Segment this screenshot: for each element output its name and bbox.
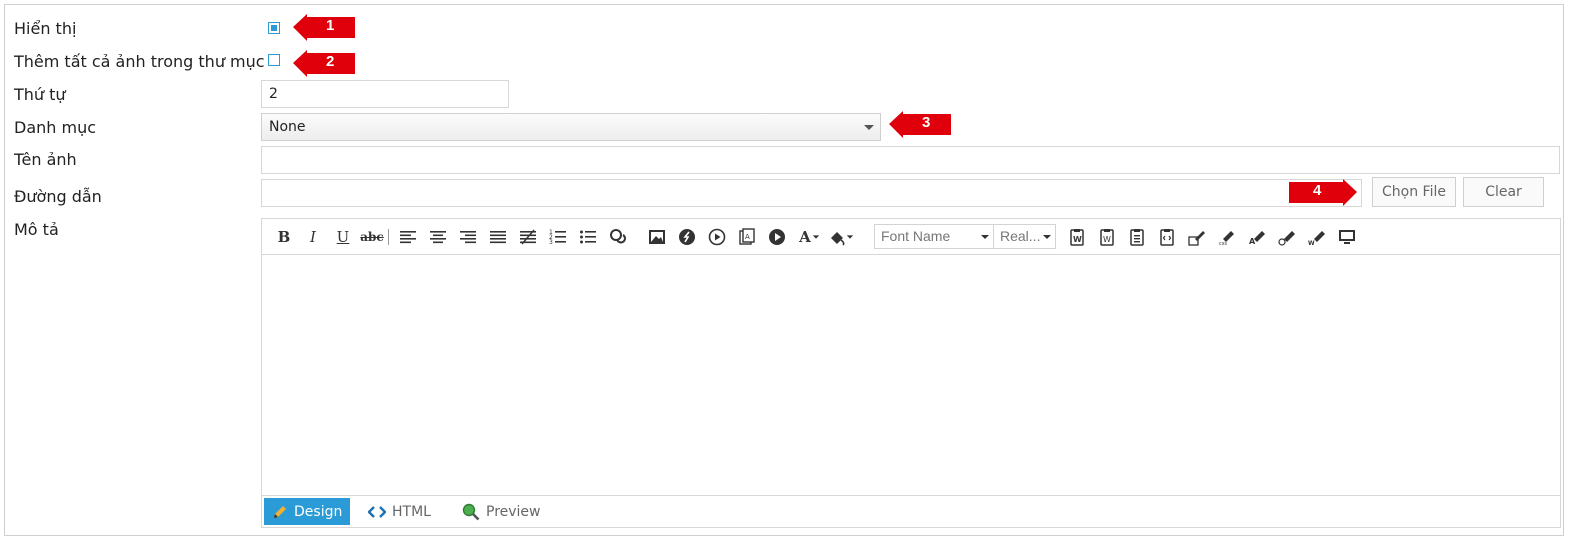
svg-text:W: W: [1308, 240, 1315, 246]
rich-text-editor: B I U abc 123 A A Font Name Real... W W …: [261, 218, 1561, 528]
highlight-dropdown-icon[interactable]: [845, 227, 855, 247]
paste-plain-text-icon[interactable]: [1127, 227, 1147, 247]
strikethrough-icon[interactable]: abc: [360, 227, 383, 247]
chevron-down-icon: [981, 235, 989, 239]
them-tat-ca-checkbox[interactable]: [268, 54, 280, 66]
align-center-icon[interactable]: [428, 227, 448, 247]
html-mode-tab[interactable]: HTML: [360, 498, 439, 525]
editor-mode-bar: Design HTML Preview: [262, 495, 1560, 527]
arrow-right-icon: [1289, 179, 1357, 206]
annotation-arrow-1: 1: [293, 14, 355, 41]
video-play-icon[interactable]: [767, 227, 787, 247]
svg-text:css: css: [1219, 241, 1227, 246]
svg-text:W: W: [1073, 235, 1082, 244]
svg-text:3: 3: [549, 239, 553, 246]
image-icon[interactable]: [647, 227, 667, 247]
font-name-value: Font Name: [881, 228, 951, 244]
annotation-number: 3: [922, 114, 931, 131]
fullscreen-icon[interactable]: [1337, 227, 1357, 247]
annotation-number: 2: [326, 53, 335, 70]
editor-content-area[interactable]: [262, 255, 1560, 496]
media-icon[interactable]: [707, 227, 727, 247]
preview-mode-label: Preview: [486, 503, 541, 520]
remove-alignment-icon[interactable]: [518, 227, 538, 247]
annotation-arrow-2: 2: [293, 50, 355, 77]
ten-anh-input[interactable]: [261, 146, 1560, 174]
flash-icon[interactable]: [677, 227, 697, 247]
clear-button[interactable]: Clear: [1463, 177, 1544, 207]
svg-text:A: A: [1249, 237, 1256, 246]
paste-as-html-icon[interactable]: [1157, 227, 1177, 247]
hien-thi-checkbox[interactable]: [268, 22, 280, 34]
danh-muc-label: Danh mục: [14, 118, 97, 137]
font-size-value: Real...: [1000, 228, 1041, 244]
design-mode-tab[interactable]: Design: [264, 498, 351, 525]
justify-icon[interactable]: [488, 227, 508, 247]
code-icon: [368, 505, 386, 518]
strip-span-icon[interactable]: [1277, 227, 1297, 247]
align-left-icon[interactable]: [398, 227, 418, 247]
link-icon[interactable]: [608, 227, 628, 247]
magnifier-icon: [462, 503, 480, 520]
preview-mode-tab[interactable]: Preview: [454, 498, 549, 525]
annotation-number: 4: [1313, 182, 1322, 199]
arrow-left-icon: [293, 14, 355, 41]
duong-dan-input[interactable]: [261, 179, 1362, 207]
chevron-down-icon: [1043, 235, 1051, 239]
svg-text:W: W: [1103, 235, 1111, 244]
danh-muc-select[interactable]: None: [261, 113, 881, 141]
html-mode-label: HTML: [392, 503, 431, 520]
underline-icon[interactable]: U: [333, 227, 353, 247]
design-mode-label: Design: [294, 503, 343, 520]
document-manager-icon[interactable]: A: [737, 227, 757, 247]
danh-muc-selected-value: None: [269, 119, 306, 135]
font-name-select[interactable]: Font Name: [874, 224, 994, 249]
annotation-number: 1: [326, 17, 335, 34]
svg-text:A: A: [745, 233, 750, 241]
annotation-arrow-4: 4: [1289, 179, 1357, 206]
chon-file-button[interactable]: Chọn File: [1372, 177, 1456, 207]
bulleted-list-icon[interactable]: [578, 227, 598, 247]
hien-thi-label: Hiển thị: [14, 19, 77, 38]
italic-icon[interactable]: I: [303, 227, 323, 247]
align-right-icon[interactable]: [458, 227, 478, 247]
thu-tu-label: Thứ tự: [14, 85, 66, 104]
arrow-left-icon: [889, 111, 951, 138]
ten-anh-label: Tên ảnh: [14, 150, 77, 169]
strip-font-icon[interactable]: A: [1247, 227, 1267, 247]
them-tat-ca-label: Thêm tất cả ảnh trong thư mục: [14, 52, 265, 71]
paste-from-word-icon[interactable]: W: [1067, 227, 1087, 247]
numbered-list-icon[interactable]: 123: [548, 227, 568, 247]
form-panel: Hiển thị Thêm tất cả ảnh trong thư mục T…: [4, 4, 1564, 536]
strip-css-icon[interactable]: css: [1217, 227, 1237, 247]
pencil-icon: [274, 505, 286, 518]
mo-ta-label: Mô tả: [14, 220, 59, 239]
font-color-dropdown-icon[interactable]: [811, 227, 821, 247]
font-size-select[interactable]: Real...: [993, 224, 1056, 249]
format-cleaner-icon[interactable]: [1187, 227, 1207, 247]
paste-word-no-fonts-icon[interactable]: W: [1097, 227, 1117, 247]
thu-tu-input[interactable]: 2: [261, 80, 509, 108]
editor-toolbar: B I U abc 123 A A Font Name Real... W W …: [262, 219, 1560, 255]
bold-icon[interactable]: B: [274, 227, 294, 247]
chevron-down-icon: [864, 125, 874, 130]
annotation-arrow-3: 3: [889, 111, 951, 138]
duong-dan-label: Đường dẫn: [14, 187, 102, 206]
strip-word-icon[interactable]: W: [1307, 227, 1327, 247]
arrow-left-icon: [293, 50, 355, 77]
toolbar-separator: [388, 229, 389, 245]
